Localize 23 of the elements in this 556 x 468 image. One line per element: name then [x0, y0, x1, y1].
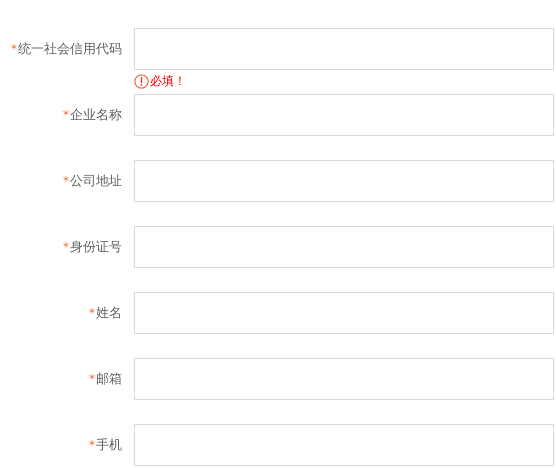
warning-icon	[134, 74, 149, 88]
error-message: 必填！	[150, 72, 186, 90]
field-label: 姓名	[96, 305, 122, 322]
input-field[interactable]	[134, 28, 554, 70]
required-mark: *	[63, 108, 69, 122]
field-label: 统一社会信用代码	[18, 41, 122, 58]
field-label: 邮箱	[96, 371, 122, 388]
field-label: 公司地址	[70, 173, 122, 190]
field-label: 身份证号	[70, 239, 122, 256]
input-field[interactable]	[134, 292, 554, 334]
required-mark: *	[63, 174, 69, 188]
required-mark: *	[11, 42, 17, 56]
input-field[interactable]	[134, 94, 554, 136]
field-label: 企业名称	[70, 107, 122, 124]
required-mark: *	[89, 438, 95, 452]
input-field[interactable]	[134, 226, 554, 268]
required-mark: *	[63, 240, 69, 254]
input-field[interactable]	[134, 424, 554, 466]
required-mark: *	[89, 372, 95, 386]
field-label: 手机	[96, 437, 122, 454]
required-mark: *	[89, 306, 95, 320]
input-field[interactable]	[134, 160, 554, 202]
input-field[interactable]	[134, 358, 554, 400]
